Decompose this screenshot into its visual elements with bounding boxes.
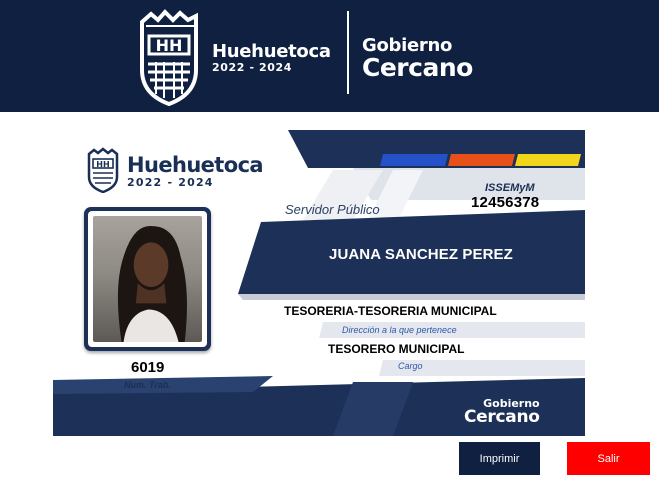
- issemym-number: 12456378: [471, 194, 540, 211]
- employee-number-caption: Num. Trab.: [124, 380, 171, 390]
- header-municipality-name: Huehuetoca: [212, 41, 331, 62]
- issemym-caption: ISSEMyM: [485, 182, 535, 194]
- card-municipality-name: Huehuetoca: [127, 153, 264, 177]
- svg-text:HH: HH: [96, 160, 109, 169]
- print-button[interactable]: Imprimir: [459, 442, 540, 475]
- exit-button[interactable]: Salir: [567, 442, 650, 475]
- department-value: TESORERIA-TESORERIA MUNICIPAL: [284, 304, 497, 318]
- header-period: 2022 - 2024: [212, 61, 293, 74]
- municipal-shield-logo: HH: [140, 9, 198, 106]
- employee-id-card: HH Huehuetoca 2022 - 2024 6019 Num. Trab…: [53, 130, 585, 436]
- svg-text:HH: HH: [156, 36, 183, 55]
- card-slogan-line2: Cercano: [464, 407, 540, 427]
- header-slogan: Gobierno Cercano: [362, 36, 473, 81]
- position-value: TESORERO MUNICIPAL: [328, 342, 465, 356]
- department-caption: Dirección a la que pertenece: [342, 325, 457, 335]
- header-divider: [347, 11, 349, 94]
- card-municipality: Huehuetoca 2022 - 2024: [127, 153, 264, 189]
- card-slogan: Gobierno Cercano: [464, 398, 540, 426]
- employee-photo: [93, 216, 202, 342]
- header-slogan-line2: Cercano: [362, 53, 473, 82]
- employee-photo-frame: [84, 207, 211, 351]
- card-shield-logo: HH: [87, 147, 119, 193]
- person-silhouette-icon: [117, 226, 187, 342]
- position-caption: Cargo: [398, 361, 423, 371]
- servidor-publico-label: Servidor Público: [285, 202, 380, 217]
- employee-full-name: JUANA SANCHEZ PEREZ: [329, 246, 513, 263]
- employee-number: 6019: [131, 359, 165, 376]
- header-municipality: Huehuetoca 2022 - 2024: [212, 42, 331, 74]
- header-banner: HH Huehuetoca 2022 - 2024 Gobierno Cerca…: [0, 0, 659, 112]
- card-period: 2022 - 2024: [127, 176, 214, 189]
